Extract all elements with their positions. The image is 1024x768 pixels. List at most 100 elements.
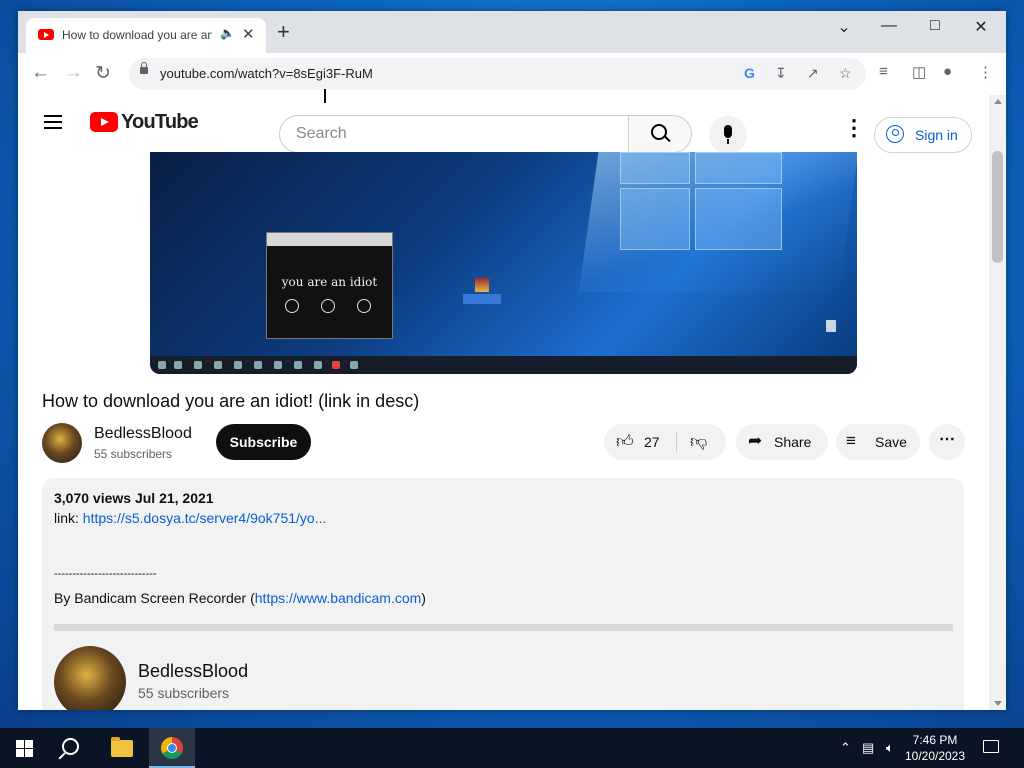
volume-muted-icon[interactable]: 🔈︎ xyxy=(886,740,894,756)
description-separator: ---------------------------- xyxy=(54,568,157,580)
video-title: How to download you are an idiot! (link … xyxy=(42,391,420,411)
description-divider xyxy=(54,624,953,631)
youtube-logo-text[interactable]: YouTube xyxy=(121,111,199,134)
scroll-down-arrow-icon[interactable] xyxy=(994,701,1002,706)
video-player[interactable]: you are an idiot xyxy=(150,152,857,374)
browser-toolbar: ← → ↻ youtube.com/watch?v=8sEgi3F-RuM G … xyxy=(18,53,1006,95)
clock-date: 10/20/2023 xyxy=(904,749,966,763)
scroll-thumb[interactable] xyxy=(992,151,1003,263)
channel-subscribers-large: 55 subscribers xyxy=(138,685,230,701)
sign-in-button[interactable]: Sign in xyxy=(874,117,972,153)
link-prefix: link: xyxy=(54,510,83,526)
bandicam-link[interactable]: https://www.bandicam.com xyxy=(255,590,422,606)
lock-icon[interactable] xyxy=(140,62,148,74)
like-dislike-group: 👍︎ 27 👎︎ xyxy=(604,424,726,460)
tab-search-button[interactable]: ⌄ xyxy=(821,17,867,37)
search-placeholder: Search xyxy=(296,125,347,142)
video-wallpaper-pane xyxy=(695,188,782,250)
taskbar-search-icon[interactable] xyxy=(62,738,79,755)
smiley-icon xyxy=(285,299,299,313)
tab-youtube[interactable]: How to download you are an idiot! (link … xyxy=(26,18,266,53)
recorder-prefix: By Bandicam Screen Recorder ( xyxy=(54,590,255,606)
share-label: Share xyxy=(774,434,812,450)
maximize-button[interactable]: □ xyxy=(912,17,958,35)
youtube-header: YouTube Search ⋮ Sign in xyxy=(18,95,988,154)
windows-taskbar: ⌃ ▤ 🔈︎ 7:46 PM 10/20/2023 xyxy=(0,728,1024,768)
voice-search-button[interactable] xyxy=(709,116,747,154)
video-taskbar xyxy=(150,356,857,374)
notification-center-icon[interactable] xyxy=(983,740,999,753)
save-button[interactable]: ≡ Save xyxy=(836,424,920,460)
channel-avatar[interactable] xyxy=(42,423,82,463)
page-scrollbar[interactable] xyxy=(989,95,1006,710)
search-input[interactable]: Search xyxy=(279,115,629,153)
hamburger-menu-icon[interactable] xyxy=(44,115,62,129)
video-winrar-icon xyxy=(463,278,501,308)
youtube-favicon-icon xyxy=(38,29,54,40)
show-hidden-icons-chevron-icon[interactable]: ⌃ xyxy=(840,740,851,756)
network-icon[interactable]: ▤ xyxy=(862,740,874,756)
youtube-logo-icon[interactable] xyxy=(90,112,118,132)
menu-kebab-icon[interactable]: ⋮ xyxy=(978,63,993,81)
settings-kebab-icon[interactable]: ⋮ xyxy=(843,117,865,139)
search-icon xyxy=(651,124,667,140)
new-tab-button[interactable]: + xyxy=(277,21,290,43)
save-label: Save xyxy=(875,434,907,450)
thumbs-up-icon[interactable]: 👍︎ xyxy=(616,431,634,452)
share-button[interactable]: ➦ Share xyxy=(736,424,828,460)
tab-title: How to download you are an idiot! (link … xyxy=(62,28,212,42)
video-idiot-text: you are an idiot xyxy=(281,275,378,289)
close-window-button[interactable]: ✕ xyxy=(958,17,1004,37)
recorder-suffix: ) xyxy=(421,590,426,606)
side-panel-icon[interactable]: ◫ xyxy=(912,63,926,81)
views-and-date: 3,070 views Jul 21, 2021 xyxy=(54,490,214,506)
reading-list-icon[interactable]: ≡ xyxy=(879,63,888,80)
download-link[interactable]: https://s5.dosya.tc/server4/9ok751/yo... xyxy=(83,510,327,526)
clock-time: 7:46 PM xyxy=(912,733,958,747)
tab-strip: How to download you are an idiot! (link … xyxy=(18,11,1006,53)
like-count[interactable]: 27 xyxy=(644,434,660,450)
video-idiot-window: you are an idiot xyxy=(266,232,393,339)
scroll-up-arrow-icon[interactable] xyxy=(994,99,1002,104)
profile-icon[interactable]: ● xyxy=(943,63,952,80)
channel-name-large[interactable]: BedlessBlood xyxy=(138,661,248,682)
description-link-line: link: https://s5.dosya.tc/server4/9ok751… xyxy=(54,510,326,526)
subscribe-button[interactable]: Subscribe xyxy=(216,424,311,460)
install-app-icon[interactable]: ↧ xyxy=(775,65,787,82)
forward-icon[interactable]: → xyxy=(64,62,83,84)
google-translate-icon[interactable]: G xyxy=(744,65,755,81)
video-recycle-bin-icon xyxy=(826,320,836,332)
search-button[interactable] xyxy=(628,115,692,153)
url-text[interactable]: youtube.com/watch?v=8sEgi3F-RuM xyxy=(160,66,373,81)
like-divider xyxy=(676,432,677,452)
chrome-icon xyxy=(161,737,183,759)
reload-icon[interactable]: ↻ xyxy=(95,62,111,85)
share-arrow-icon: ➦ xyxy=(748,431,763,450)
more-actions-icon[interactable]: ⋯ xyxy=(929,424,965,460)
description-box[interactable]: 3,070 views Jul 21, 2021 link: https://s… xyxy=(42,478,964,710)
account-icon xyxy=(886,125,904,143)
taskbar-chrome-button[interactable] xyxy=(149,728,195,768)
channel-subscribers: 55 subscribers xyxy=(94,447,173,461)
chrome-window: How to download you are an idiot! (link … xyxy=(18,11,1006,710)
minimize-button[interactable]: — xyxy=(866,17,912,35)
address-bar[interactable]: youtube.com/watch?v=8sEgi3F-RuM G ↧ ↗ ☆ xyxy=(129,58,866,90)
windows-start-icon[interactable] xyxy=(16,740,33,757)
bookmark-star-icon[interactable]: ☆ xyxy=(839,65,852,82)
file-explorer-icon[interactable] xyxy=(111,737,133,757)
smiley-icon xyxy=(357,299,371,313)
speaker-icon[interactable]: 🔈 xyxy=(220,26,235,40)
microphone-icon xyxy=(724,125,732,144)
video-wallpaper-pane xyxy=(620,188,690,250)
close-tab-icon[interactable]: ✕ xyxy=(242,25,255,43)
video-window-titlebar xyxy=(267,233,392,246)
channel-name[interactable]: BedlessBlood xyxy=(94,425,192,443)
back-icon[interactable]: ← xyxy=(31,62,50,84)
share-icon[interactable]: ↗ xyxy=(807,65,819,82)
playlist-add-icon: ≡ xyxy=(846,431,856,450)
video-wallpaper-pane xyxy=(695,152,782,184)
smiley-icon xyxy=(321,299,335,313)
channel-avatar-large[interactable] xyxy=(54,646,126,710)
thumbs-down-icon[interactable]: 👎︎ xyxy=(690,431,707,452)
system-clock[interactable]: 7:46 PM 10/20/2023 xyxy=(900,732,970,764)
